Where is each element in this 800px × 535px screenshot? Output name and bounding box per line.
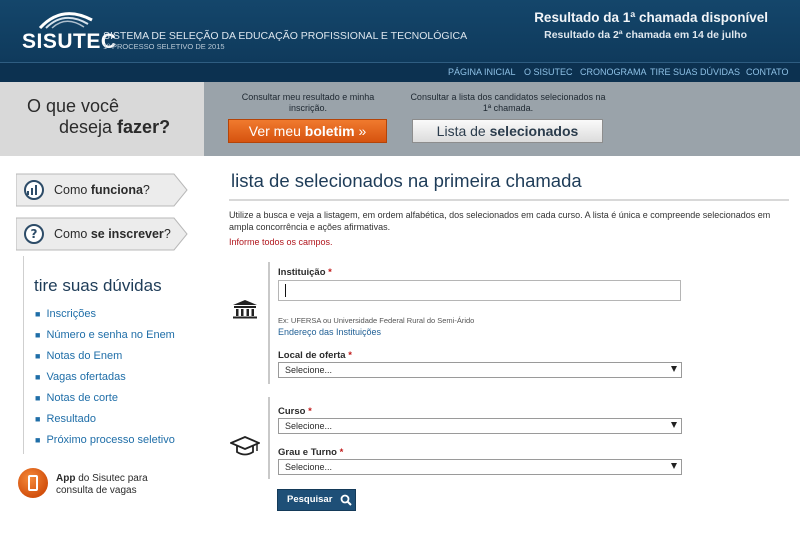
process-subtitle: 1º PROCESSO SELETIVO DE 2015: [103, 42, 225, 51]
question-line-1: O que você: [27, 96, 120, 116]
sidebar-tab-como-se-inscrever[interactable]: ? Como se inscrever?: [16, 217, 188, 251]
curso-selected: Selecione...: [285, 421, 333, 431]
pesquisar-label: Pesquisar: [287, 494, 333, 505]
system-name: SISTEMA DE SELEÇÃO DA EDUCAÇÃO PROFISSIO…: [103, 30, 468, 42]
grau-turno-select[interactable]: Selecione...: [278, 459, 682, 475]
tab-como-funciona-label: Como funciona?: [54, 183, 150, 197]
institution-group-bar: [268, 262, 270, 384]
ver-boletim-button[interactable]: Ver meu boletim »: [228, 119, 387, 143]
faq-title: tire suas dúvidas: [34, 276, 162, 295]
dropdown-arrow-icon: [671, 463, 677, 469]
bullet-icon: ■: [35, 435, 41, 445]
nav-contato[interactable]: CONTATO: [746, 67, 789, 77]
curso-label: Curso *: [278, 406, 312, 417]
faq-item-proximo-processo[interactable]: ■ Próximo processo seletivo: [35, 434, 175, 446]
bullet-icon: ■: [35, 330, 41, 340]
smartphone-icon[interactable]: [18, 468, 48, 498]
instituicao-label: Instituição *: [278, 267, 332, 278]
pesquisar-button[interactable]: Pesquisar: [277, 489, 356, 511]
curso-select[interactable]: Selecione...: [278, 418, 682, 434]
page: SISUTEC SISTEMA DE SELEÇÃO DA EDUCAÇÃO P…: [0, 0, 800, 535]
title-divider: [229, 199, 789, 201]
faq-item-vagas-ofertadas[interactable]: ■ Vagas ofertadas: [35, 371, 126, 383]
local-oferta-selected: Selecione...: [285, 365, 333, 375]
sidebar-tab-como-funciona[interactable]: Como funciona?: [16, 173, 188, 207]
bullet-icon: ■: [35, 309, 41, 319]
search-icon: [340, 494, 352, 506]
question-mark-icon: ?: [24, 224, 44, 244]
announcement-first-call[interactable]: Resultado da 1ª chamada disponível: [534, 10, 768, 25]
required-fields-note: Informe todos os campos.: [229, 237, 333, 247]
faq-item-inscricoes[interactable]: ■ Inscrições: [35, 308, 96, 320]
app-promo[interactable]: App do Sisutec para consulta de vagas: [56, 473, 148, 497]
bullet-icon: ■: [35, 414, 41, 424]
enderecos-instituicoes-link[interactable]: Endereço das Instituições: [278, 327, 381, 337]
bullet-icon: ■: [35, 351, 41, 361]
logo-swoosh-icon: [38, 12, 93, 30]
bar-chart-icon: [24, 180, 44, 200]
sidebar-divider: [23, 256, 24, 454]
faq-item-notas-corte[interactable]: ■ Notas de corte: [35, 392, 118, 404]
nav-pagina-inicial[interactable]: PÁGINA INICIAL: [448, 67, 516, 77]
graduation-cap-icon: [230, 436, 260, 456]
page-title: lista de selecionados na primeira chamad…: [231, 170, 582, 191]
dropdown-arrow-icon: [671, 366, 677, 372]
grau-turno-selected: Selecione...: [285, 462, 333, 472]
bullet-icon: ■: [35, 372, 41, 382]
nav-cronograma[interactable]: CRONOGRAMA: [580, 67, 647, 77]
faq-item-notas-enem[interactable]: ■ Notas do Enem: [35, 350, 122, 362]
text-caret: [285, 284, 286, 297]
faq-item-resultado[interactable]: ■ Resultado: [35, 413, 96, 425]
instituicao-example: Ex: UFERSA ou Universidade Federal Rural…: [278, 316, 475, 325]
instituicao-input[interactable]: [278, 280, 681, 301]
faq-item-numero-senha[interactable]: ■ Número e senha no Enem: [35, 329, 175, 341]
tab-como-se-inscrever-label: Como se inscrever?: [54, 227, 171, 241]
lista-caption: Consultar a lista dos candidatos selecio…: [410, 92, 606, 113]
institution-building-icon: [233, 300, 257, 319]
site-header: SISUTEC SISTEMA DE SELEÇÃO DA EDUCAÇÃO P…: [0, 0, 800, 62]
nav-o-sisutec[interactable]: O SISUTEC: [524, 67, 573, 77]
grau-turno-label: Grau e Turno *: [278, 447, 344, 458]
course-group-bar: [268, 397, 270, 479]
intro-text: Utilize a busca e veja a listagem, em or…: [229, 210, 771, 232]
local-oferta-select[interactable]: Selecione...: [278, 362, 682, 378]
announcement-second-call: Resultado da 2ª chamada em 14 de julho: [544, 29, 747, 41]
question-line-2: deseja fazer?: [59, 117, 171, 137]
boletim-caption: Consultar meu resultado e minha inscriçã…: [241, 92, 375, 113]
bullet-icon: ■: [35, 393, 41, 403]
nav-tire-suas-duvidas[interactable]: TIRE SUAS DÚVIDAS: [650, 67, 740, 77]
local-oferta-label: Local de oferta *: [278, 350, 352, 361]
top-navigation: PÁGINA INICIAL O SISUTEC CRONOGRAMA TIRE…: [0, 62, 800, 82]
lista-selecionados-button[interactable]: Lista de selecionados: [412, 119, 603, 143]
dropdown-arrow-icon: [671, 422, 677, 428]
